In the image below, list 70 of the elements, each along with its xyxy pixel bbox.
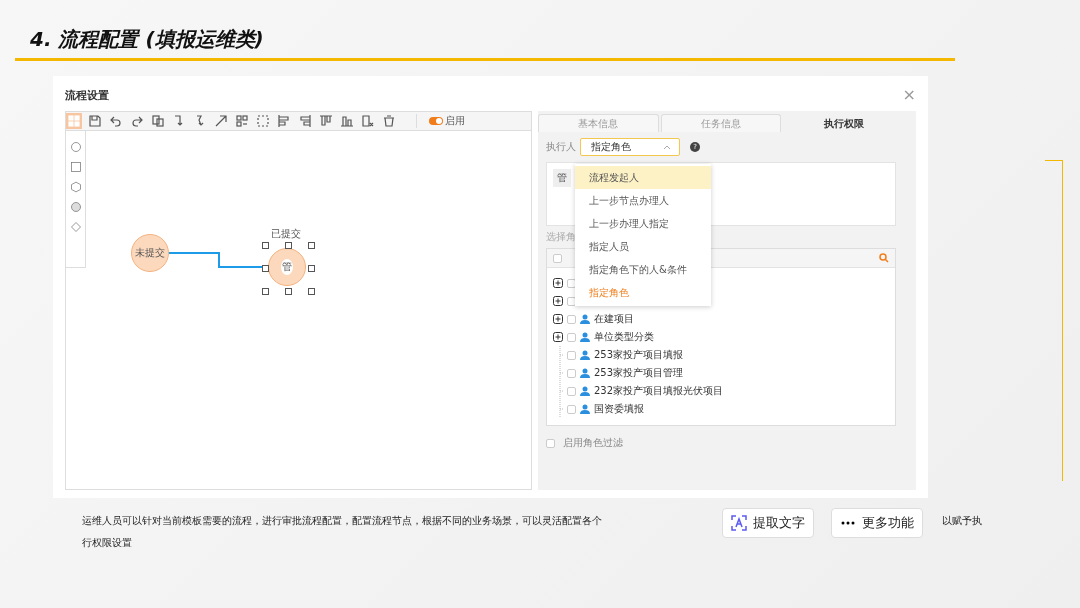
resize-handle[interactable] [262,265,269,272]
resize-handle[interactable] [308,242,315,249]
person-icon [580,332,590,342]
dropdown-option[interactable]: 指定人员 [575,235,711,258]
toggle-label: 启用 [445,114,465,128]
dropdown-option[interactable]: 流程发起人 [575,166,711,189]
role-name[interactable]: 国资委填报 [594,402,644,416]
executor-select[interactable]: 指定角色 [580,138,680,156]
expand-icon[interactable] [553,314,563,324]
flow-node[interactable]: 未提交 [131,234,169,272]
align-top-icon[interactable] [318,113,334,129]
flow-node[interactable]: 管 [268,248,306,286]
resize-handle[interactable] [308,265,315,272]
save-icon[interactable] [87,113,103,129]
person-icon [580,404,590,414]
hexagon-icon[interactable] [69,181,82,193]
checkbox-label: 启用角色过滤 [563,436,623,450]
search-icon[interactable] [879,253,889,263]
role-name[interactable]: 单位类型分类 [594,330,654,344]
row-checkbox[interactable] [567,350,576,360]
expand-icon[interactable] [553,278,563,288]
select-icon[interactable] [255,113,271,129]
caret-icon [663,144,671,150]
toggle-switch[interactable] [429,117,443,125]
role-name[interactable]: 253家投产项目管理 [594,366,684,380]
align-right-icon[interactable] [297,113,313,129]
resize-handle[interactable] [262,242,269,249]
person-icon [580,314,590,324]
layout-icon[interactable] [234,113,250,129]
row-checkbox[interactable] [567,314,576,324]
filter-checkbox[interactable] [546,438,555,448]
field-label: 选择角 [546,230,577,244]
dropdown-option[interactable]: 上一步节点办理人 [575,189,711,212]
arrow-icon[interactable] [213,113,229,129]
resize-handle[interactable] [262,288,269,295]
description-text: 以赋予执 [942,514,982,528]
dropdown-option[interactable]: 上一步办理人指定 [575,212,711,235]
resize-handle[interactable] [285,242,292,249]
description-text: 运维人员可以针对当前模板需要的流程，进行审批流程配置，配置流程节点，根据不同的业务场景，可以灵活配置各个 [82,514,602,528]
node-caption: 已提交 [271,227,301,241]
resize-handle[interactable] [308,288,315,295]
square-icon[interactable] [69,161,82,173]
person-icon [580,368,590,378]
row-checkbox[interactable] [567,386,576,396]
row-checkbox[interactable] [567,368,576,378]
select-all-checkbox[interactable] [553,253,562,263]
circle-icon[interactable] [69,141,82,153]
person-icon [580,350,590,360]
field-label: 执行人 [546,140,576,154]
copy-icon[interactable] [150,113,166,129]
role-name[interactable]: 253家投产项目填报 [594,348,684,362]
person-icon [580,386,590,396]
align-bottom-icon[interactable] [339,113,355,129]
slide-title: 4. 流程配置 (填报运维类) [30,26,264,53]
dropdown-option[interactable]: 指定角色下的人&条件 [575,258,711,281]
description-text: 行权限设置 [82,537,132,548]
role-tag: 管 [553,169,571,187]
resize-handle[interactable] [285,288,292,295]
extract-text-button[interactable]: 提取文字 [722,508,814,538]
role-name[interactable]: 232家投产项目填报光伏项目 [594,384,724,398]
expand-icon[interactable] [553,332,563,342]
role-name[interactable]: 在建项目 [594,312,634,326]
text-scan-icon [731,515,747,531]
align-left-icon[interactable] [276,113,292,129]
window-title: 流程设置 [65,87,109,103]
row-checkbox[interactable] [567,404,576,414]
expand-icon[interactable] [553,296,563,306]
filled-circle-icon[interactable] [69,201,82,213]
row-checkbox[interactable] [567,332,576,342]
more-button[interactable]: 更多功能 [831,508,923,538]
